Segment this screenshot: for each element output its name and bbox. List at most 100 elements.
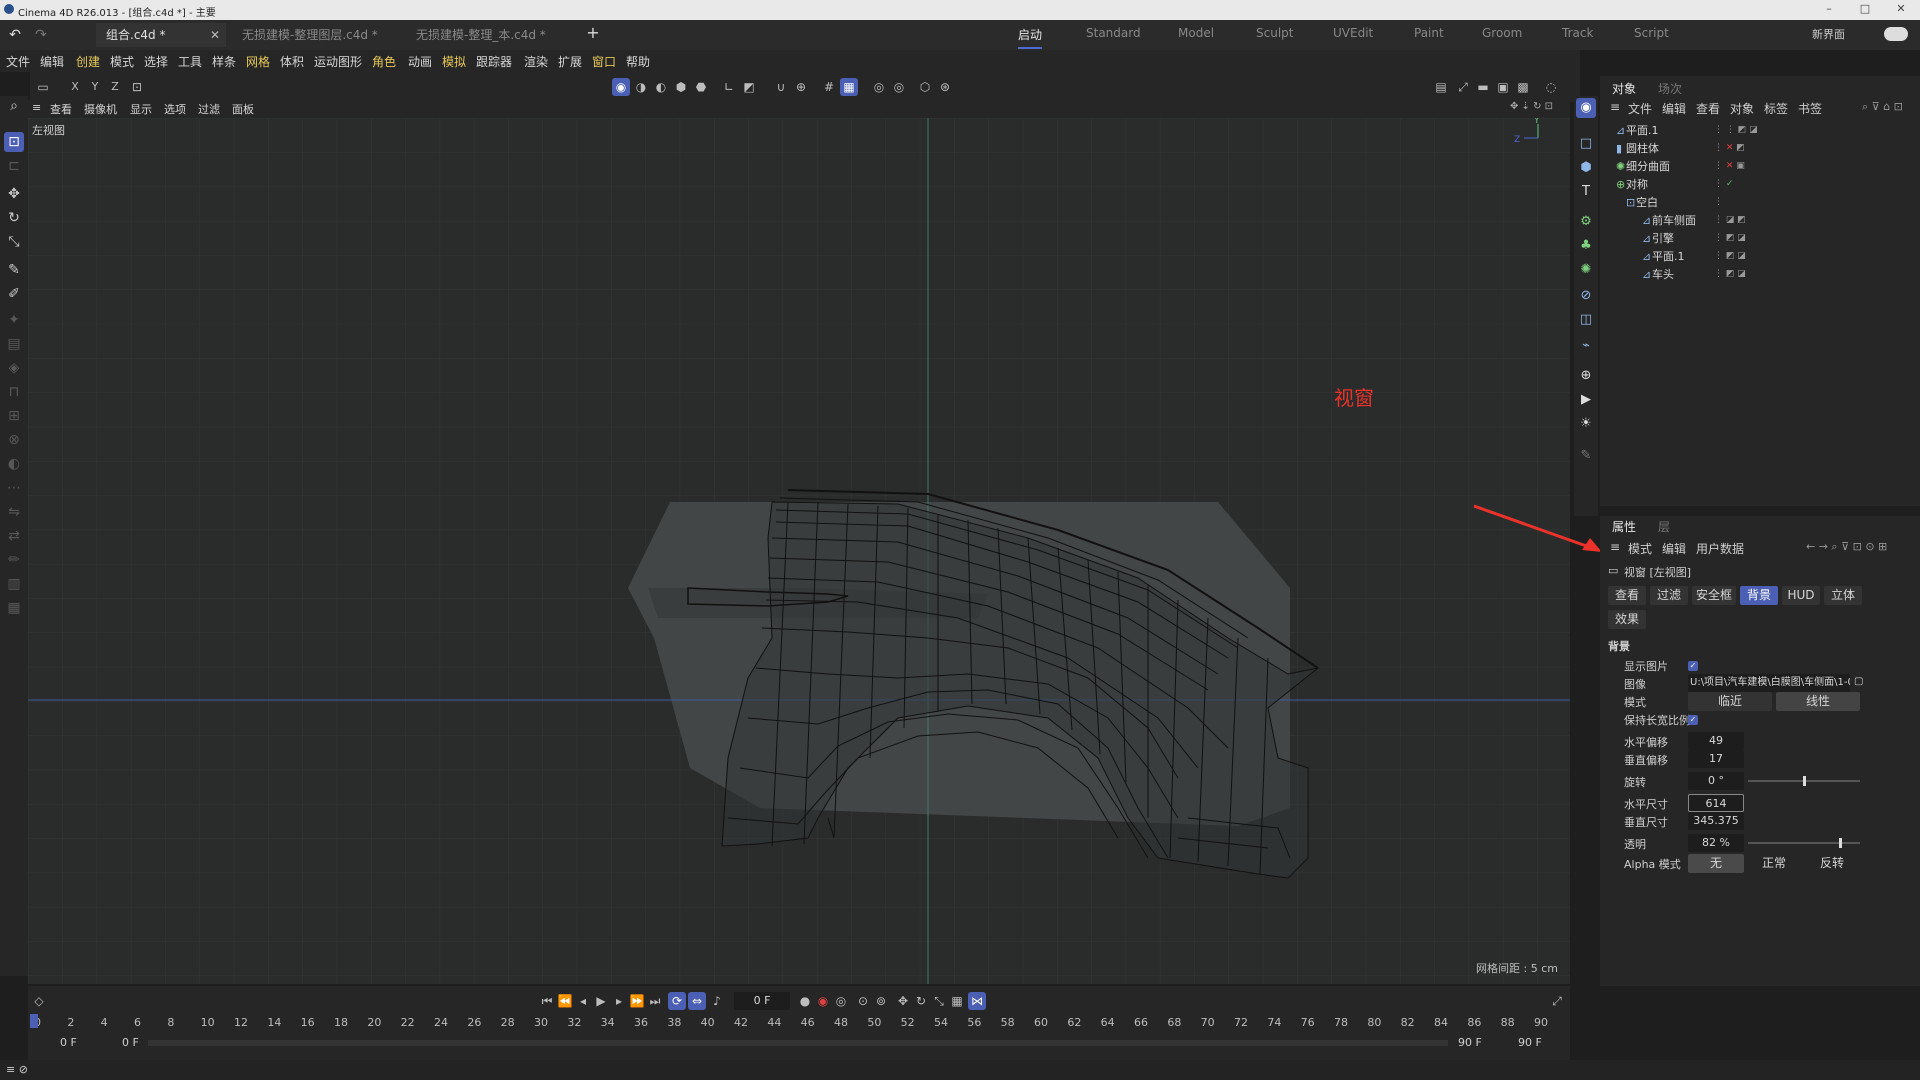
tab-document-3[interactable]: 无损建模-整理_本.c4d * (406, 23, 578, 47)
go-to-end-icon[interactable]: ⏭ (646, 992, 664, 1010)
end-frame-b[interactable]: 90 F (1518, 1036, 1542, 1049)
object-manager-icon[interactable]: ◉ (1576, 98, 1596, 118)
tab-objects[interactable]: 对象 (1612, 80, 1636, 97)
h-offset-field[interactable]: 49 (1688, 732, 1744, 750)
menu-create[interactable]: 创建 (76, 53, 100, 70)
stitch-icon[interactable]: ▥ (4, 574, 24, 594)
redshift-icon[interactable]: ◌ (1542, 78, 1560, 96)
object-row-plane-1b[interactable]: ⊿平面.1 (1642, 248, 1685, 264)
magnet-tool-icon[interactable]: ◐ (4, 454, 24, 474)
loop-cut-icon[interactable]: ⊞ (4, 406, 24, 426)
viewport-menu-camera[interactable]: 摄像机 (84, 101, 117, 117)
mirror-icon[interactable]: ⇄ (4, 526, 24, 546)
rotation-field[interactable]: 0 ° (1688, 772, 1744, 790)
object-visibility-flags[interactable]: ⋮ ◪ ◩ (1714, 215, 1746, 225)
object-visibility-flags[interactable]: ⋮ ✓ (1714, 179, 1733, 189)
spline-pen-icon[interactable]: ✎ (4, 260, 24, 280)
layout-groom[interactable]: Groom (1482, 26, 1522, 40)
record-active-icon[interactable]: ● (796, 992, 814, 1010)
model-mode-icon[interactable]: ◉ (612, 78, 630, 96)
subtab-stereo[interactable]: 立体 (1824, 586, 1862, 605)
attr-menu-userdata[interactable]: 用户数据 (1696, 540, 1744, 557)
h-size-field[interactable]: 614 (1688, 794, 1744, 812)
menu-help[interactable]: 帮助 (626, 53, 650, 70)
object-row-plane-1[interactable]: ⊿平面.1 (1616, 122, 1659, 138)
lock-axis-icon[interactable]: ⊕ (792, 78, 810, 96)
subtab-safe-frame[interactable]: 安全框 (1692, 586, 1736, 605)
opacity-slider-knob[interactable] (1838, 838, 1842, 848)
end-frame-a[interactable]: 90 F (1458, 1036, 1482, 1049)
layout-new-ui[interactable]: 新界面 (1812, 26, 1845, 42)
text-icon[interactable]: T (1576, 182, 1596, 202)
layers-icon[interactable]: ▭ (34, 78, 52, 96)
viewport-menu-options[interactable]: 选项 (164, 101, 186, 117)
keep-ratio-checkbox[interactable]: ✓ (1688, 715, 1698, 725)
timeline-expand-icon[interactable]: ⤢ (1548, 992, 1566, 1010)
range-bar[interactable] (148, 1040, 1448, 1046)
search-icon[interactable]: ⌕ (4, 96, 24, 116)
current-frame-field[interactable]: 0 F (734, 992, 790, 1010)
object-row-car-head[interactable]: ⊿车头 (1642, 266, 1674, 282)
deformer-icon[interactable]: ✺ (1576, 260, 1596, 280)
layout-sculpt[interactable]: Sculpt (1256, 26, 1293, 40)
move-tool-icon[interactable]: ✥ (4, 184, 24, 204)
object-row-null[interactable]: ⊡空白 (1626, 194, 1658, 210)
workplane-icon[interactable]: ▦ (840, 78, 858, 96)
object-visibility-flags[interactable]: ⋮ ✕ ▣ (1714, 161, 1745, 171)
start-frame-a[interactable]: 0 F (60, 1036, 77, 1049)
render-view-icon[interactable]: ◎ (870, 78, 888, 96)
tweak-mode-icon[interactable]: ◩ (740, 78, 758, 96)
menu-edit[interactable]: 编辑 (40, 53, 64, 70)
alpha-invert-button[interactable]: 反转 (1804, 854, 1860, 873)
cube-icon[interactable]: ⬡ (916, 78, 934, 96)
menu-mesh[interactable]: 网格 (246, 53, 270, 70)
axis-x-toggle[interactable]: X (66, 78, 84, 96)
subtab-hud[interactable]: HUD (1782, 586, 1820, 605)
scale-key-icon[interactable]: ⤡ (930, 992, 948, 1010)
layout-script[interactable]: Script (1634, 26, 1669, 40)
om-hamburger-icon[interactable]: ≡ (1610, 100, 1620, 114)
layout-model[interactable]: Model (1178, 26, 1214, 40)
menu-tools[interactable]: 工具 (178, 53, 202, 70)
axis-z-toggle[interactable]: Z (106, 78, 124, 96)
layout-startup[interactable]: 启动 (1018, 26, 1043, 49)
viewport-menu-display[interactable]: 显示 (130, 101, 152, 117)
coordinate-system-icon[interactable]: ⊡ (128, 78, 146, 96)
object-row-symmetry[interactable]: ⊕对称 (1616, 176, 1648, 192)
tab-attributes[interactable]: 属性 (1612, 518, 1636, 535)
camera-icon[interactable]: ▶ (1576, 390, 1596, 410)
render-queue-icon[interactable]: ▣ (1494, 78, 1512, 96)
iron-icon[interactable]: ▦ (4, 598, 24, 618)
uv-mode-icon[interactable]: ⬣ (692, 78, 710, 96)
om-menu-object[interactable]: 对象 (1730, 100, 1754, 117)
cloner-icon[interactable]: ♣ (1576, 236, 1596, 256)
object-row-cylinder[interactable]: ▮ 圆柱体 (1616, 140, 1659, 156)
edge-mode-icon[interactable]: ◐ (652, 78, 670, 96)
attr-menu-edit[interactable]: 编辑 (1662, 540, 1686, 557)
om-menu-view[interactable]: 查看 (1696, 100, 1720, 117)
render-picture-viewer-icon[interactable]: ▤ (1432, 78, 1450, 96)
close-window-button[interactable]: ✕ (1884, 2, 1918, 15)
object-row-subdivision[interactable]: ✺细分曲面 (1616, 158, 1670, 174)
extrude-icon[interactable]: ▤ (4, 334, 24, 354)
select-tool-icon[interactable]: ⊡ (4, 132, 24, 152)
show-image-checkbox[interactable]: ✓ (1688, 661, 1698, 671)
knife-tool-icon[interactable]: ✐ (4, 284, 24, 304)
redo-icon[interactable]: ↷ (32, 26, 50, 44)
subtab-effects[interactable]: 效果 (1608, 610, 1646, 629)
subtab-background[interactable]: 背景 (1740, 586, 1778, 605)
spline-icon[interactable]: ⌁ (1576, 336, 1596, 356)
polygon-mode-icon[interactable]: ⬢ (672, 78, 690, 96)
menu-animate[interactable]: 动画 (408, 53, 432, 70)
generator-icon[interactable]: ⚙ (1576, 212, 1596, 232)
rotate-tool-icon[interactable]: ↻ (4, 208, 24, 228)
new-tab-icon[interactable]: + (584, 24, 602, 42)
object-visibility-flags[interactable]: ⋮ (1714, 197, 1723, 207)
axis-y-toggle[interactable]: Y (86, 78, 104, 96)
alpha-none-button[interactable]: 无 (1688, 854, 1744, 873)
field-icon[interactable]: ⊘ (1576, 286, 1596, 306)
v-size-field[interactable]: 345.375 (1688, 812, 1744, 830)
bridge-icon[interactable]: ⊓ (4, 382, 24, 402)
folder-icon[interactable]: ▢ (1854, 676, 1863, 687)
layout-uvedit[interactable]: UVEdit (1333, 26, 1373, 40)
